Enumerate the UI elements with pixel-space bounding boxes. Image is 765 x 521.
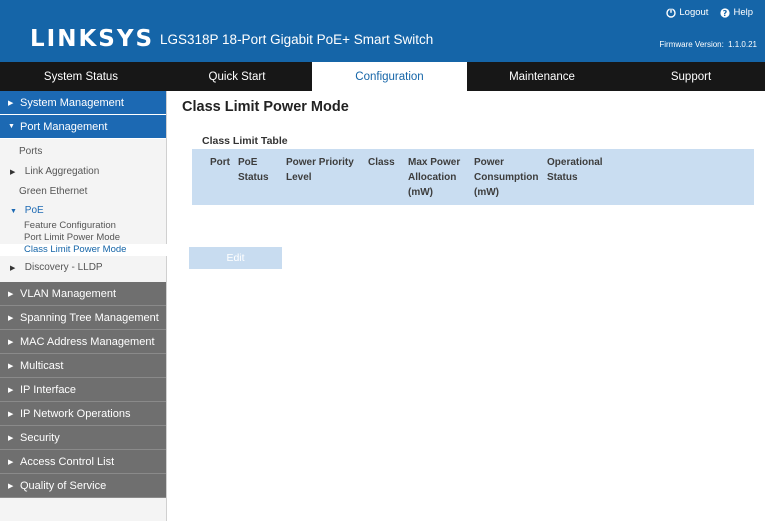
firmware-label: Firmware Version:: [659, 40, 724, 49]
column-header-poe-status: PoE Status: [238, 157, 269, 183]
sidebar-item-discovery-lldp[interactable]: ▶ Discovery - LLDP: [0, 258, 166, 278]
sidebar-item-label: Access Control List: [20, 455, 115, 468]
table-title: Class Limit Table: [202, 135, 288, 147]
tab-system-status[interactable]: System Status: [0, 62, 162, 91]
sidebar-item-label: System Management: [20, 96, 124, 109]
sidebar-item-label: Spanning Tree Management: [20, 311, 159, 324]
caret-right-icon: ▶: [8, 386, 14, 394]
table-header-row: Port PoE Status Power Priority Level Cla…: [192, 149, 754, 205]
help-link[interactable]: ? Help: [720, 7, 753, 18]
sidebar-item-ip-network-operations[interactable]: ▶ IP Network Operations: [0, 402, 166, 426]
sidebar-item-label: PoE: [24, 205, 44, 216]
caret-right-icon: ▶: [10, 169, 16, 176]
sidebar-item-label: MAC Address Management: [20, 335, 155, 348]
sidebar-item-green-ethernet[interactable]: Green Ethernet: [0, 182, 166, 202]
column-header-port: Port: [210, 157, 230, 168]
port-management-submenu: Ports ▶ Link Aggregation Green Ethernet …: [0, 139, 167, 282]
sidebar-item-poe[interactable]: ▼ PoE: [0, 202, 166, 220]
column-header-operational-status: Operational Status: [547, 157, 603, 183]
tab-quick-start[interactable]: Quick Start: [162, 62, 312, 91]
sidebar-item-label: Multicast: [20, 359, 64, 372]
power-icon: [666, 7, 677, 18]
sidebar-item-label: Security: [20, 431, 60, 444]
sidebar-item-class-limit-power-mode[interactable]: Class Limit Power Mode: [0, 244, 167, 256]
caret-right-icon: ▶: [8, 458, 14, 466]
sidebar-item-spanning-tree-management[interactable]: ▶ Spanning Tree Management: [0, 306, 166, 330]
caret-right-icon: ▶: [8, 482, 14, 490]
sidebar-item-feature-configuration[interactable]: Feature Configuration: [0, 220, 166, 232]
tab-configuration[interactable]: Configuration: [312, 62, 467, 91]
sidebar-item-link-aggregation[interactable]: ▶ Link Aggregation: [0, 162, 166, 182]
sidebar-item-label: Link Aggregation: [24, 166, 100, 177]
sidebar-item-system-management[interactable]: ▶ System Management: [0, 91, 166, 115]
column-header-power-priority-level: Power Priority Level: [286, 157, 354, 183]
product-name: LGS318P 18-Port Gigabit PoE+ Smart Switc…: [160, 32, 434, 47]
firmware-version: Firmware Version: 1.1.0.21: [657, 40, 757, 49]
logout-link[interactable]: Logout: [666, 7, 708, 18]
caret-right-icon: ▶: [8, 314, 14, 322]
tab-maintenance[interactable]: Maintenance: [467, 62, 617, 91]
sidebar-item-mac-address-management[interactable]: ▶ MAC Address Management: [0, 330, 166, 354]
sidebar: ▶ System Management ▼ Port Management Po…: [0, 91, 167, 521]
tab-support[interactable]: Support: [617, 62, 765, 91]
sidebar-item-security[interactable]: ▶ Security: [0, 426, 166, 450]
sidebar-item-quality-of-service[interactable]: ▶ Quality of Service: [0, 474, 166, 498]
help-icon: ?: [720, 7, 731, 18]
svg-text:?: ?: [723, 9, 728, 18]
sidebar-item-label: VLAN Management: [20, 287, 116, 300]
caret-down-icon: ▼: [10, 208, 17, 215]
caret-right-icon: ▶: [8, 99, 14, 107]
linksys-logo: LINKSYS: [30, 26, 155, 52]
caret-right-icon: ▶: [8, 434, 14, 442]
sidebar-item-label: Discovery - LLDP: [24, 262, 103, 273]
sidebar-item-multicast[interactable]: ▶ Multicast: [0, 354, 166, 378]
sidebar-item-ports[interactable]: Ports: [0, 142, 166, 162]
column-header-class: Class: [368, 157, 395, 168]
caret-right-icon: ▶: [8, 290, 14, 298]
sidebar-item-label: Quality of Service: [20, 479, 107, 492]
column-header-max-power-allocation: Max Power Allocation (mW): [408, 157, 461, 198]
sidebar-item-vlan-management[interactable]: ▶ VLAN Management: [0, 282, 166, 306]
class-limit-table: Class Limit Table Port PoE Status Power …: [189, 133, 754, 269]
main-content: Class Limit Power Mode Class Limit Table…: [182, 99, 757, 269]
sidebar-item-label: Port Management: [20, 120, 108, 133]
page-title: Class Limit Power Mode: [182, 99, 349, 115]
sidebar-item-label: IP Network Operations: [20, 407, 131, 420]
help-label: Help: [733, 7, 753, 18]
logout-label: Logout: [679, 7, 709, 18]
caret-right-icon: ▶: [8, 410, 14, 418]
header-bar: LINKSYS LGS318P 18-Port Gigabit PoE+ Sma…: [0, 0, 765, 62]
sidebar-item-port-management[interactable]: ▼ Port Management: [0, 115, 166, 139]
caret-right-icon: ▶: [8, 338, 14, 346]
column-header-power-consumption: Power Consumption (mW): [474, 157, 539, 198]
sidebar-item-port-limit-power-mode[interactable]: Port Limit Power Mode: [0, 232, 166, 244]
firmware-number: 1.1.0.21: [728, 40, 757, 49]
caret-right-icon: ▶: [10, 265, 16, 272]
caret-right-icon: ▶: [8, 362, 14, 370]
top-links: Logout ? Help: [666, 7, 753, 18]
caret-down-icon: ▼: [8, 123, 15, 130]
top-navigation: System Status Quick Start Configuration …: [0, 62, 765, 91]
sidebar-item-label: IP Interface: [20, 383, 77, 396]
edit-button[interactable]: Edit: [189, 247, 282, 269]
sidebar-item-ip-interface[interactable]: ▶ IP Interface: [0, 378, 166, 402]
sidebar-item-access-control-list[interactable]: ▶ Access Control List: [0, 450, 166, 474]
